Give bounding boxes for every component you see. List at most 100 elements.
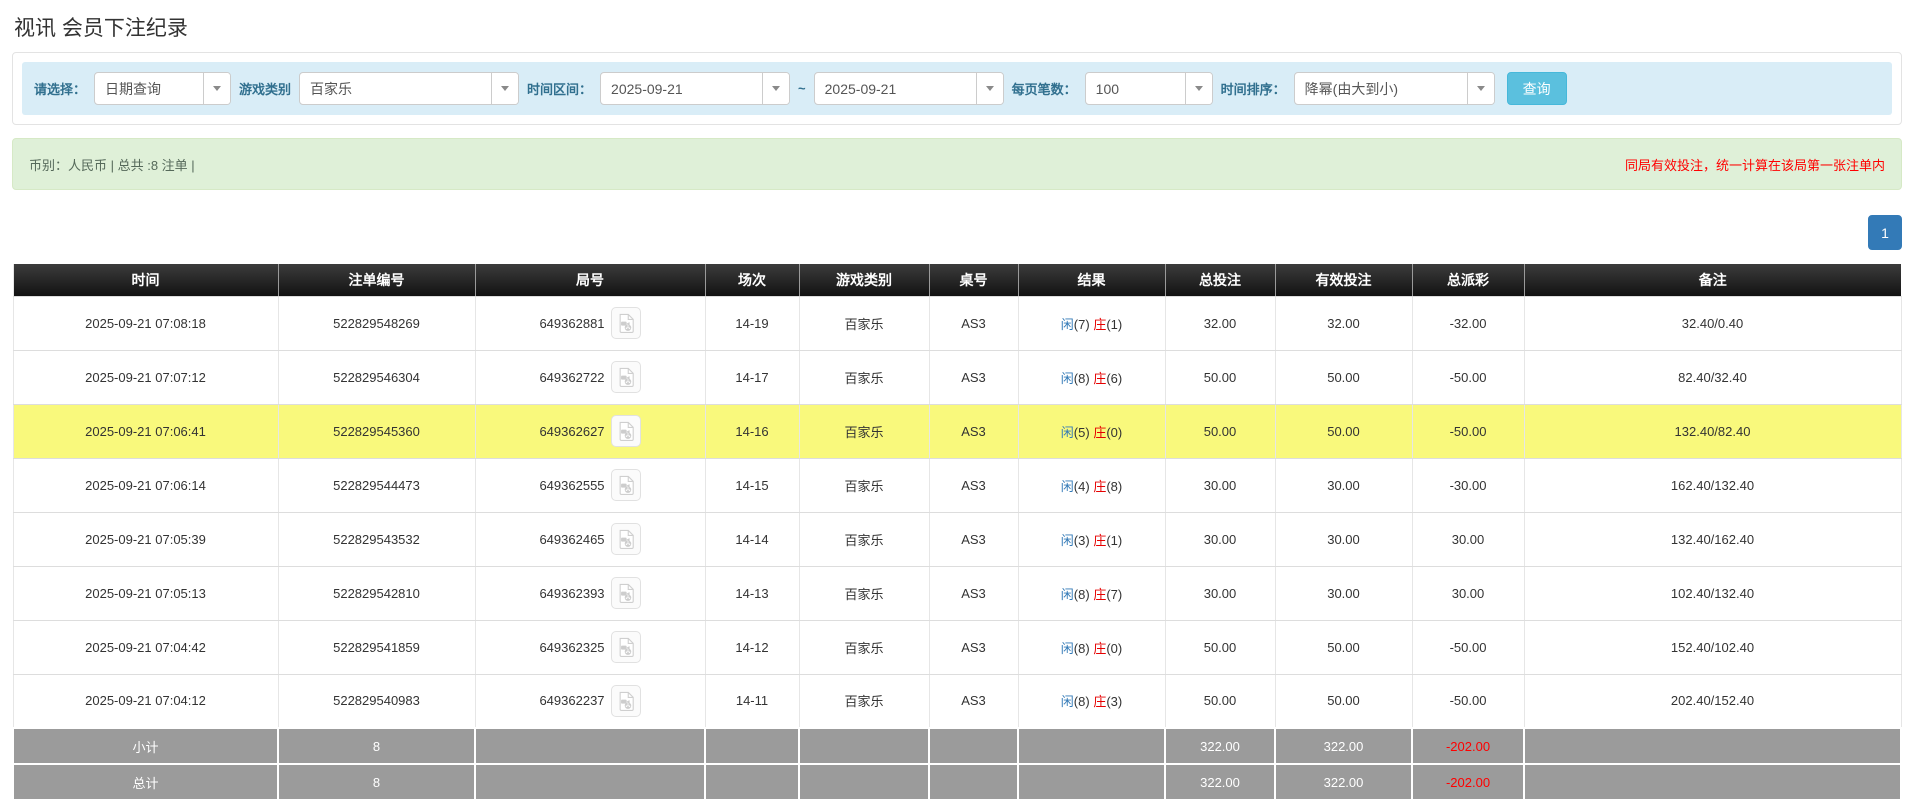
- date-to-value: 2025-09-21: [824, 80, 897, 97]
- cell-valid-bet: 50.00: [1275, 404, 1413, 459]
- sort-value: 降幂(由大到小): [1304, 80, 1398, 97]
- result-banker-label: 庄: [1093, 478, 1107, 494]
- table-footer-row: 小计 8 322.00 322.00 -202.00: [12, 727, 1902, 765]
- cell-result: 闲(8) 庄(0): [1018, 620, 1166, 675]
- header-cell: 结果: [1018, 264, 1166, 297]
- result-player-score: (8): [1073, 640, 1090, 656]
- footer-empty: [798, 727, 930, 765]
- table-row: 2025-09-21 07:08:18 522829548269 6493628…: [12, 296, 1902, 351]
- cell-total-bet-link[interactable]: 50.00: [1165, 404, 1276, 459]
- video-replay-button[interactable]: [610, 684, 641, 717]
- cell-total-bet-link[interactable]: 30.00: [1165, 512, 1276, 567]
- cell-game-type: 百家乐: [799, 350, 930, 405]
- video-replay-button[interactable]: [610, 523, 641, 555]
- result-player-score: (8): [1073, 694, 1090, 710]
- result-player-score: (5): [1073, 424, 1090, 440]
- header-cell: 局号: [475, 264, 706, 297]
- cell-payout: -50.00: [1412, 404, 1525, 459]
- cell-session: 14-11: [705, 674, 800, 729]
- header-cell: 有效投注: [1275, 264, 1413, 297]
- footer-empty: [1523, 727, 1902, 765]
- cell-round-id: 649362555: [475, 458, 706, 513]
- footer-label: 小计: [12, 727, 279, 765]
- table-header-row: 时间 注单编号 局号 场次 游戏类别 桌号 结果 总投注 有效投注 总派彩 备注: [12, 264, 1901, 297]
- cell-time: 2025-09-21 07:08:18: [12, 296, 279, 351]
- result-player-score: (8): [1073, 586, 1090, 602]
- video-replay-button[interactable]: [610, 415, 641, 447]
- chevron-down-icon: [975, 73, 1003, 104]
- page-size-select[interactable]: 100: [1084, 72, 1213, 105]
- cell-total-bet-link[interactable]: 50.00: [1165, 620, 1276, 675]
- video-file-icon: [619, 421, 634, 441]
- header-cell: 总投注: [1165, 264, 1276, 297]
- cell-table-no: AS3: [929, 620, 1019, 675]
- header-cell: 游戏类别: [799, 264, 930, 297]
- result-player-score: (3): [1073, 532, 1090, 548]
- footer-label: 总计: [12, 763, 279, 801]
- sort-label: 时间排序：: [1220, 82, 1286, 97]
- footer-empty: [474, 763, 706, 801]
- cell-game-type: 百家乐: [799, 512, 930, 567]
- round-id-value: 649362325: [539, 639, 605, 655]
- cell-game-type: 百家乐: [799, 566, 930, 621]
- cell-remark: 202.40/152.40: [1524, 674, 1902, 729]
- header-cell: 场次: [705, 264, 800, 297]
- footer-valid-bet: 322.00: [1274, 727, 1413, 765]
- result-banker-score: (1): [1106, 532, 1123, 548]
- page-button-1[interactable]: 1: [1868, 215, 1902, 250]
- cell-total-bet-link[interactable]: 50.00: [1165, 350, 1276, 405]
- query-type-select[interactable]: 日期查询: [94, 72, 232, 105]
- footer-total-bet: 322.00: [1164, 727, 1276, 765]
- cell-total-bet-link[interactable]: 30.00: [1165, 566, 1276, 621]
- query-type-label: 请选择：: [34, 82, 87, 97]
- cell-total-bet-link[interactable]: 50.00: [1165, 674, 1276, 729]
- video-replay-button[interactable]: [610, 577, 641, 609]
- search-button[interactable]: 查询: [1506, 72, 1567, 105]
- cell-total-bet-link[interactable]: 32.00: [1165, 296, 1276, 351]
- footer-valid-bet: 322.00: [1274, 763, 1413, 801]
- cell-table-no: AS3: [929, 350, 1019, 405]
- cell-result: 闲(5) 庄(0): [1018, 404, 1166, 459]
- cell-session: 14-15: [705, 458, 800, 513]
- result-player-label: 闲: [1060, 532, 1074, 548]
- video-replay-button[interactable]: [610, 631, 641, 663]
- cell-valid-bet: 30.00: [1275, 458, 1413, 513]
- cell-remark: 82.40/32.40: [1524, 350, 1902, 405]
- result-banker-label: 庄: [1093, 424, 1107, 440]
- cell-table-no: AS3: [929, 458, 1019, 513]
- round-id-value: 649362555: [539, 477, 605, 493]
- cell-game-type: 百家乐: [799, 620, 930, 675]
- cell-valid-bet: 50.00: [1275, 350, 1413, 405]
- result-banker-score: (8): [1106, 478, 1123, 494]
- sort-select[interactable]: 降幂(由大到小): [1293, 72, 1495, 105]
- cell-session: 14-16: [705, 404, 800, 459]
- video-file-icon: [619, 475, 634, 495]
- result-player-label: 闲: [1060, 586, 1074, 602]
- header-cell: 备注: [1524, 264, 1901, 297]
- footer-empty: [1017, 763, 1166, 801]
- table-body: 2025-09-21 07:08:18 522829548269 6493628…: [12, 296, 1902, 801]
- cell-round-id: 649362237: [475, 674, 706, 729]
- result-banker-label: 庄: [1093, 316, 1107, 332]
- cell-remark: 102.40/132.40: [1524, 566, 1902, 621]
- round-id-value: 649362627: [539, 423, 605, 439]
- cell-result: 闲(3) 庄(1): [1018, 512, 1166, 567]
- video-replay-button[interactable]: [610, 361, 641, 393]
- filter-bar: 请选择： 日期查询 游戏类别 百家乐 时间区间： 2025-09-21 ~ 20…: [22, 62, 1892, 115]
- date-to-input[interactable]: 2025-09-21: [813, 72, 1004, 105]
- cell-bet-id: 522829541859: [278, 620, 476, 675]
- page-size-value: 100: [1095, 80, 1120, 97]
- game-type-label: 游戏类别: [239, 82, 292, 97]
- cell-remark: 152.40/102.40: [1524, 620, 1902, 675]
- date-from-input[interactable]: 2025-09-21: [600, 72, 791, 105]
- cell-time: 2025-09-21 07:07:12: [12, 350, 279, 405]
- footer-empty: [474, 727, 706, 765]
- cell-total-bet-link[interactable]: 30.00: [1165, 458, 1276, 513]
- result-player-label: 闲: [1060, 694, 1074, 710]
- cell-bet-id: 522829540983: [278, 674, 476, 729]
- table-row: 2025-09-21 07:04:42 522829541859 6493623…: [12, 620, 1902, 675]
- game-type-select[interactable]: 百家乐: [299, 72, 520, 105]
- footer-empty: [798, 763, 930, 801]
- video-replay-button[interactable]: [610, 307, 641, 339]
- video-replay-button[interactable]: [610, 469, 641, 501]
